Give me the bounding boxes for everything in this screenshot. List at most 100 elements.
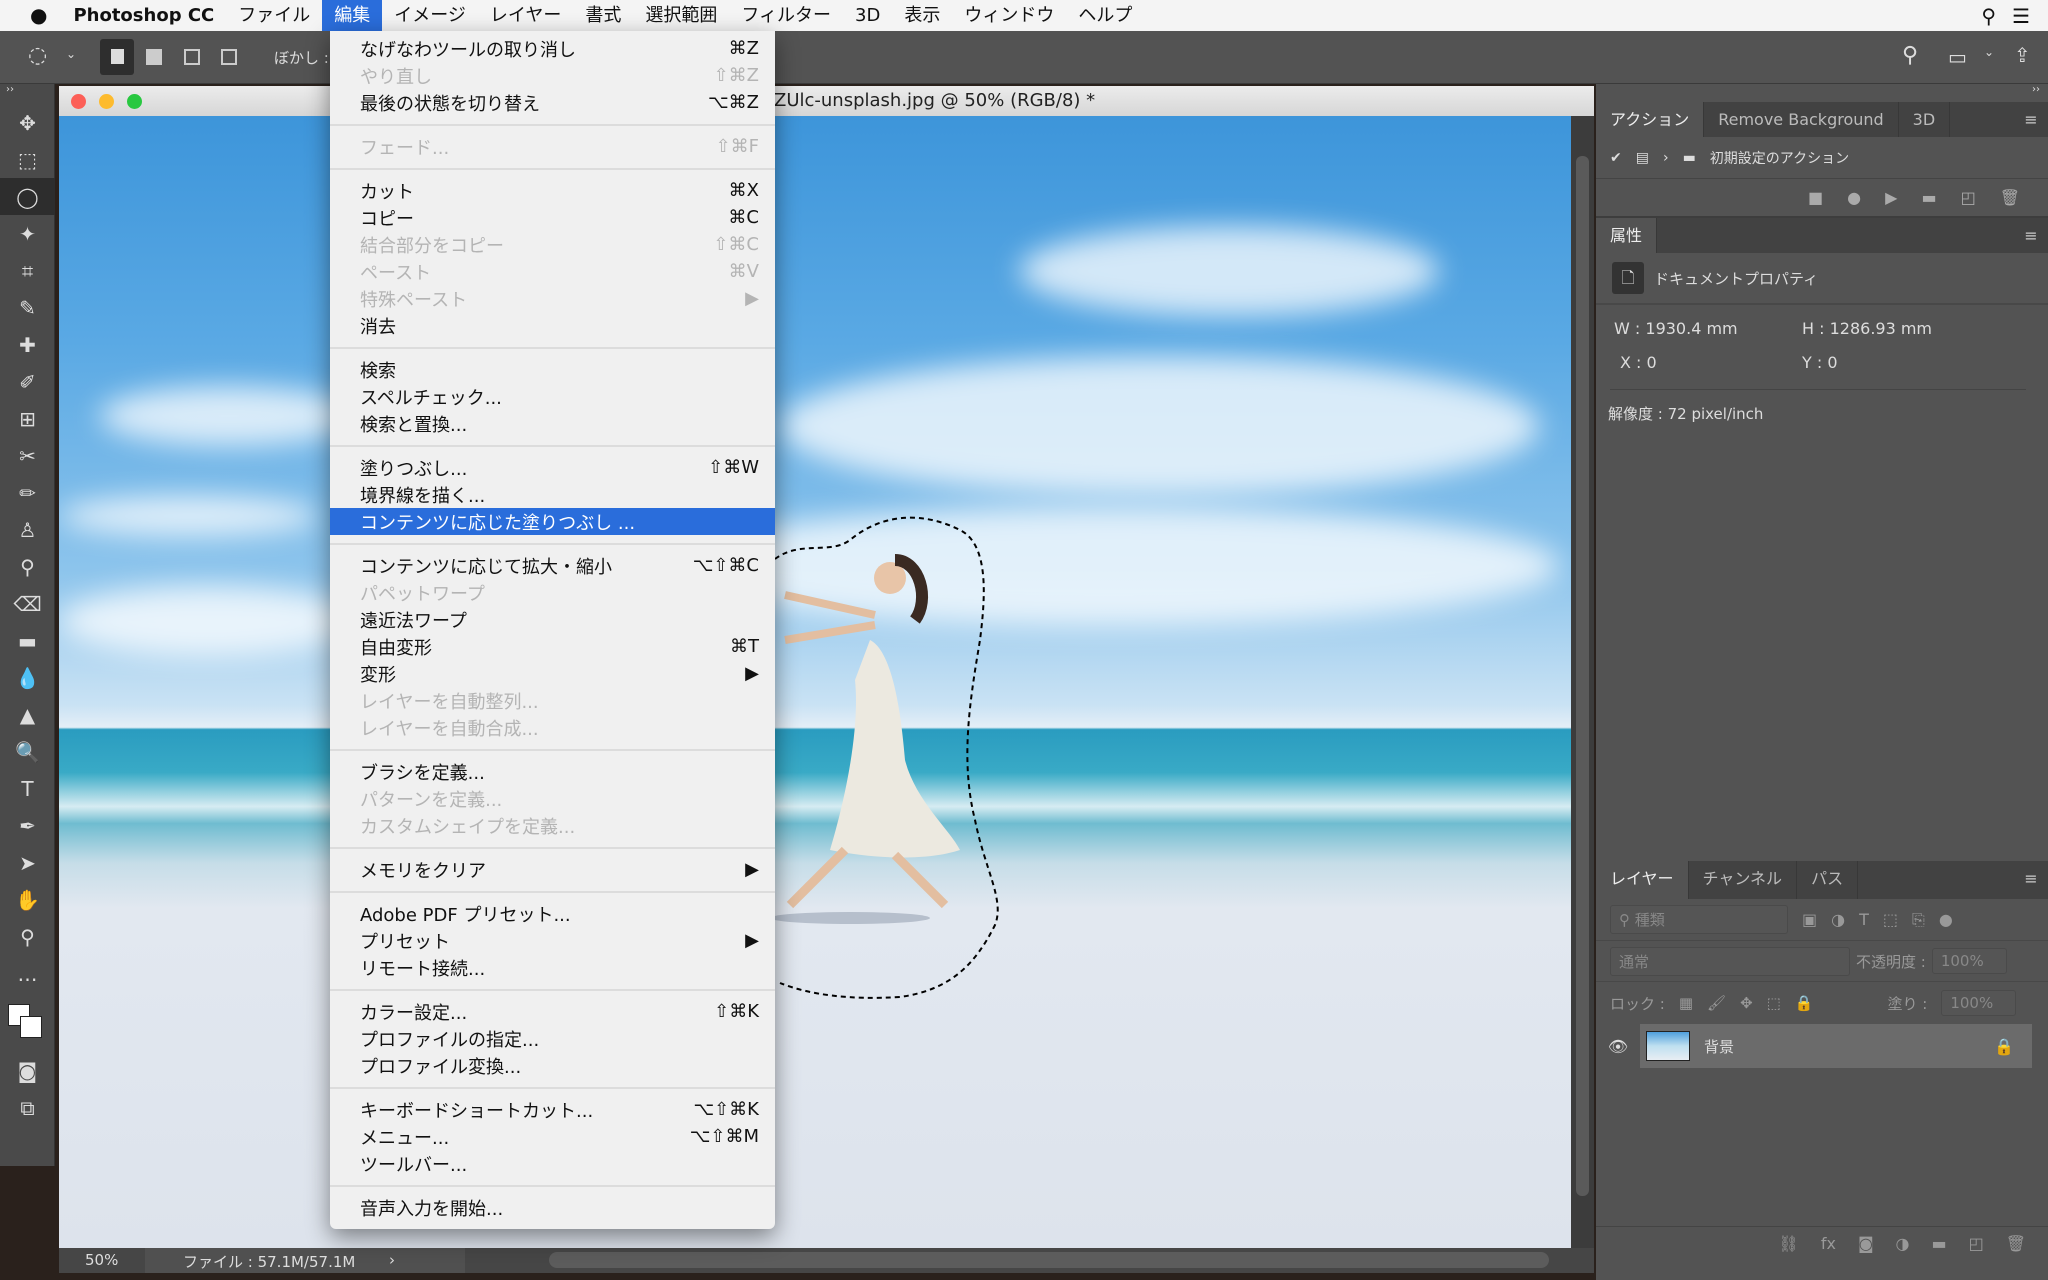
- edit-menu-item[interactable]: 塗りつぶし... ⇧⌘W: [330, 454, 775, 481]
- tab-layers[interactable]: レイヤー: [1596, 861, 1689, 899]
- edit-menu-item: パターンを定義...: [330, 785, 775, 812]
- menu-item-label: 境界線を描く...: [360, 485, 486, 507]
- record-icon[interactable]: ●: [1847, 188, 1861, 207]
- edit-menu-item[interactable]: コンテンツに応じた塗りつぶし ...: [330, 508, 775, 535]
- edit-menu-item: カスタムシェイプを定義...: [330, 812, 775, 839]
- edit-menu-item[interactable]: 消去: [330, 312, 775, 339]
- opacity-input[interactable]: 100%: [1931, 948, 2007, 974]
- menu-item-label: スペルチェック...: [360, 387, 502, 409]
- edit-menu-item[interactable]: カット ⌘X: [330, 177, 775, 204]
- fx-icon[interactable]: fx: [1821, 1234, 1836, 1253]
- add-mask-icon[interactable]: ◙: [1858, 1234, 1874, 1253]
- edit-menu-item[interactable]: Adobe PDF プリセット...: [330, 900, 775, 927]
- menu-item-shortcut: ⇧⌘K: [714, 1001, 759, 1022]
- new-layer-icon[interactable]: ◰: [1969, 1234, 1984, 1253]
- panel-menu-icon[interactable]: ≡: [2014, 102, 2048, 137]
- chevron-right-icon[interactable]: ›: [1663, 150, 1669, 166]
- edit-menu-item[interactable]: リモート接続...: [330, 954, 775, 981]
- edit-menu-item[interactable]: 最後の状態を切り替え ⌥⌘Z: [330, 89, 775, 116]
- adjustment-filter-icon[interactable]: ◑: [1831, 910, 1845, 929]
- lock-label: ロック :: [1610, 994, 1665, 1013]
- tab-properties[interactable]: 属性: [1596, 218, 1658, 253]
- edit-menu-item[interactable]: プロファイルの指定...: [330, 1025, 775, 1052]
- layer-row[interactable]: 👁 背景 🔒: [1596, 1024, 2048, 1068]
- menu-separator: [330, 437, 775, 454]
- menu-item-label: パターンを定義...: [360, 789, 503, 811]
- menu-item-label: フェード...: [360, 137, 450, 159]
- edit-menu-item[interactable]: プロファイル変換...: [330, 1052, 775, 1079]
- action-set-row[interactable]: ✔ ▤ › ▬ 初期設定のアクション: [1596, 137, 2048, 179]
- menu-separator: [330, 883, 775, 900]
- lock-artboard-icon[interactable]: ⬚: [1767, 994, 1781, 1012]
- trash-icon[interactable]: 🗑: [2006, 1234, 2026, 1253]
- lock-image-icon[interactable]: 🖌: [1707, 994, 1726, 1012]
- link-layers-icon[interactable]: ⛓: [1779, 1234, 1799, 1253]
- menu-item-label: ペースト: [360, 262, 432, 284]
- tab-paths[interactable]: パス: [1797, 861, 1859, 899]
- edit-menu-item[interactable]: カラー設定... ⇧⌘K: [330, 998, 775, 1025]
- new-action-icon[interactable]: ◰: [1961, 188, 1976, 207]
- menu-item-shortcut: ⌥⇧⌘C: [692, 555, 759, 576]
- menu-item-shortcut: ⌥⌘Z: [707, 92, 759, 113]
- eye-icon[interactable]: 👁: [1596, 1037, 1640, 1056]
- tab-channels[interactable]: チャンネル: [1689, 861, 1798, 899]
- adjustment-layer-icon[interactable]: ◑: [1895, 1234, 1909, 1253]
- smart-object-filter-icon[interactable]: ⎘: [1912, 910, 1925, 930]
- new-group-icon[interactable]: ▬: [1931, 1234, 1946, 1253]
- edit-menu-item[interactable]: 音声入力を開始...: [330, 1194, 775, 1221]
- edit-menu-item[interactable]: コピー ⌘C: [330, 204, 775, 231]
- edit-menu-item: 結合部分をコピー ⇧⌘C: [330, 231, 775, 258]
- collapse-icon[interactable]: ››: [1596, 84, 2048, 102]
- menu-item-label: プロファイル変換...: [360, 1056, 522, 1078]
- edit-menu-item[interactable]: メニュー... ⌥⇧⌘M: [330, 1123, 775, 1150]
- lock-all-icon[interactable]: 🔒: [1795, 994, 1814, 1012]
- menu-item-label: レイヤーを自動合成...: [360, 718, 539, 740]
- edit-menu-item[interactable]: メモリをクリア ▶: [330, 856, 775, 883]
- edit-menu-item[interactable]: なげなわツールの取り消し ⌘Z: [330, 35, 775, 62]
- tab-actions[interactable]: アクション: [1596, 102, 1705, 137]
- edit-menu-item[interactable]: ツールバー...: [330, 1150, 775, 1177]
- menu-item-shortcut: ⇧⌘C: [713, 234, 759, 255]
- edit-menu-dropdown: なげなわツールの取り消し ⌘Z やり直し ⇧⌘Z 最後の状態を切り替え ⌥⌘Z フェード..…: [330, 31, 775, 1229]
- edit-menu-item[interactable]: プリセット ▶: [330, 927, 775, 954]
- fill-input[interactable]: 100%: [1941, 990, 2017, 1016]
- shape-filter-icon[interactable]: ⬚: [1883, 910, 1898, 929]
- stop-icon[interactable]: ■: [1808, 188, 1823, 207]
- edit-menu-item[interactable]: 遠近法ワープ: [330, 606, 775, 633]
- edit-menu-item[interactable]: 自由変形 ⌘T: [330, 633, 775, 660]
- menu-item-label: プロファイルの指定...: [360, 1029, 540, 1051]
- type-filter-icon[interactable]: T: [1859, 910, 1869, 929]
- lock-transparent-icon[interactable]: ▦: [1679, 994, 1693, 1012]
- resolution-value: 解像度 : 72 pixel/inch: [1608, 405, 1764, 423]
- play-icon[interactable]: ▶: [1885, 188, 1897, 207]
- blend-mode-select[interactable]: 通常: [1610, 946, 1850, 976]
- x-value: X : 0: [1620, 353, 1657, 372]
- edit-menu-item[interactable]: キーボードショートカット... ⌥⇧⌘K: [330, 1096, 775, 1123]
- edit-menu-item[interactable]: スペルチェック...: [330, 383, 775, 410]
- menu-item-label: 検索と置換...: [360, 414, 468, 436]
- layer-filter-select[interactable]: ⚲ 種類: [1610, 905, 1788, 934]
- trash-icon[interactable]: 🗑: [2000, 188, 2020, 207]
- edit-menu-item: 特殊ペースト ▶: [330, 285, 775, 312]
- pixel-filter-icon[interactable]: ▣: [1802, 910, 1817, 929]
- menu-item-label: カット: [360, 181, 414, 203]
- edit-menu-item[interactable]: ブラシを定義...: [330, 758, 775, 785]
- edit-menu-item[interactable]: 変形 ▶: [330, 660, 775, 687]
- panel-menu-icon[interactable]: ≡: [2014, 218, 2048, 253]
- menu-item-shortcut: ▶: [745, 930, 759, 951]
- new-set-icon[interactable]: ▬: [1921, 188, 1936, 207]
- menu-item-label: 塗りつぶし...: [360, 458, 468, 480]
- filter-toggle[interactable]: ●: [1939, 910, 1953, 929]
- edit-menu-item[interactable]: 境界線を描く...: [330, 481, 775, 508]
- dialog-toggle-icon[interactable]: ▤: [1636, 150, 1649, 166]
- tab-remove-background[interactable]: Remove Background: [1704, 102, 1899, 137]
- tab-3d[interactable]: 3D: [1899, 102, 1951, 137]
- edit-menu-item[interactable]: 検索と置換...: [330, 410, 775, 437]
- edit-menu-item[interactable]: 検索: [330, 356, 775, 383]
- lock-position-icon[interactable]: ✥: [1740, 994, 1753, 1012]
- menu-item-label: コンテンツに応じた塗りつぶし ...: [360, 512, 636, 534]
- menu-item-label: Adobe PDF プリセット...: [360, 904, 571, 926]
- edit-menu-item[interactable]: コンテンツに応じて拡大・縮小 ⌥⇧⌘C: [330, 552, 775, 579]
- check-icon[interactable]: ✔: [1610, 150, 1622, 166]
- panel-menu-icon[interactable]: ≡: [2014, 861, 2048, 899]
